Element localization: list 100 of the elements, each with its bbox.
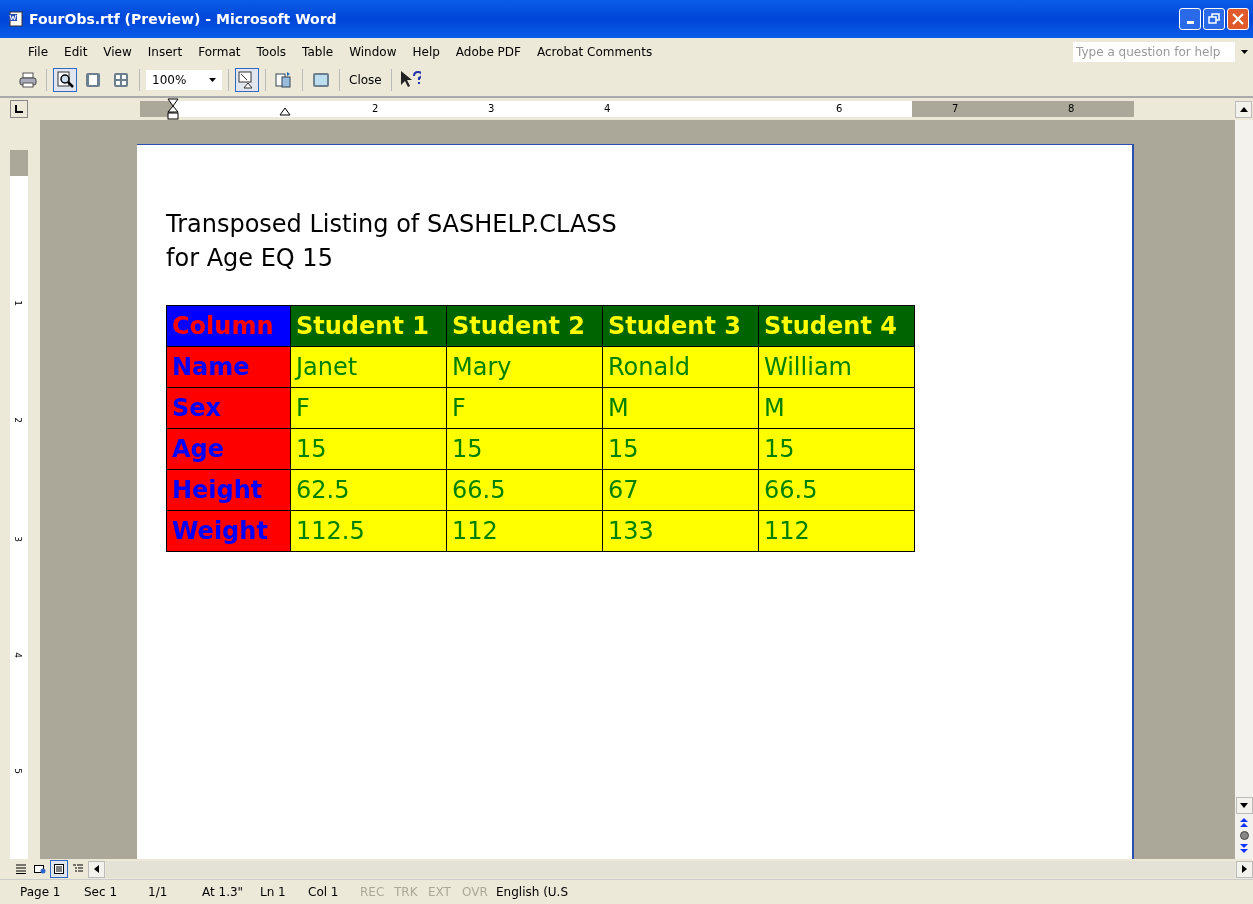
table-cell: F [290, 387, 447, 429]
table-cell: 66.5 [446, 469, 603, 511]
table-cell: 112 [446, 510, 603, 552]
status-text: TRK [394, 885, 419, 899]
magnifier-toggle-button[interactable] [235, 68, 259, 92]
status-text: Sec 1 [84, 885, 119, 899]
table-cell: 15 [602, 428, 759, 470]
next-page-icon[interactable] [1240, 844, 1248, 853]
ruler-number: 1 [12, 300, 23, 306]
ruler-number: 4 [604, 102, 611, 116]
close-button[interactable] [1227, 8, 1249, 30]
table-cell: 15 [446, 428, 603, 470]
menu-item[interactable]: Table [294, 45, 342, 59]
row-header: Height [166, 469, 291, 511]
table-cell: William [758, 346, 915, 388]
document-title: for Age EQ 15 [166, 243, 334, 274]
outline-icon [72, 864, 84, 874]
one-page-icon [85, 72, 101, 88]
lines-icon [15, 864, 27, 874]
table-cell: Ronald [602, 346, 759, 388]
column-header: Column [166, 305, 291, 347]
table-cell: Mary [446, 346, 603, 388]
menu-item[interactable]: Format [190, 45, 249, 59]
status-text: 1/1 [148, 885, 169, 899]
close-preview-button[interactable]: Close [346, 73, 385, 87]
status-text: Col 1 [308, 885, 340, 899]
column-header: Student 4 [758, 305, 915, 347]
table-cell: F [446, 387, 603, 429]
print-layout-button[interactable] [50, 860, 68, 878]
ruler-number: 3 [488, 102, 495, 116]
pointer-page-icon [238, 71, 256, 89]
down-arrow-icon [1240, 803, 1248, 808]
minimize-icon [1186, 21, 1194, 24]
table-cell: Janet [290, 346, 447, 388]
restore-button[interactable] [1203, 8, 1225, 30]
table-cell: 112.5 [290, 510, 447, 552]
table-cell: 62.5 [290, 469, 447, 511]
window-title: FourObs.rtf (Preview) - Microsoft Word [29, 11, 337, 27]
status-text: EXT [428, 885, 452, 899]
ruler-number: 5 [12, 768, 23, 774]
ruler-number: 3 [12, 536, 23, 542]
menu-item[interactable]: Window [341, 45, 405, 59]
menu-item[interactable]: File [20, 45, 57, 59]
scroll-up-button[interactable] [1235, 100, 1252, 118]
scroll-right-button[interactable] [1236, 860, 1253, 878]
status-text: At 1.3" [202, 885, 245, 899]
magnifier-page-icon [56, 71, 74, 89]
scroll-left-button[interactable] [88, 860, 105, 878]
dropdown-arrow-icon[interactable] [1241, 49, 1249, 55]
table-cell: 133 [602, 510, 759, 552]
table-cell: 15 [290, 428, 447, 470]
ruler-number: 7 [952, 102, 959, 116]
menu-item[interactable]: Insert [139, 45, 191, 59]
ruler-margin [10, 150, 28, 176]
menu-item[interactable]: Adobe PDF [447, 45, 529, 59]
help-search-field[interactable]: Type a question for help [1073, 42, 1235, 62]
web-page-icon [34, 864, 46, 874]
dropdown-arrow-icon [209, 78, 216, 82]
column-header: Student 3 [602, 305, 759, 347]
menu-item[interactable]: Help [404, 45, 448, 59]
left-arrow-icon [94, 865, 99, 873]
previous-page-icon[interactable] [1240, 818, 1248, 827]
right-arrow-icon [1242, 865, 1247, 873]
four-pages-icon [113, 72, 129, 88]
close-icon [1232, 13, 1244, 25]
up-arrow-icon [1239, 106, 1248, 112]
menu-item[interactable]: Edit [56, 45, 96, 59]
page-icon [53, 864, 65, 874]
ruler-number: 8 [1068, 102, 1075, 116]
status-text: Page 1 [20, 885, 62, 899]
menu-item[interactable]: Acrobat Comments [529, 45, 661, 59]
column-header: Student 1 [290, 305, 447, 347]
zoom-dropdown[interactable]: 100% [146, 70, 222, 90]
row-header: Name [166, 346, 291, 388]
tab-selector-button[interactable] [10, 100, 28, 118]
row-header: Age [166, 428, 291, 470]
table-cell: 66.5 [758, 469, 915, 511]
screen-icon [312, 72, 330, 88]
browse-object-icon[interactable] [1239, 831, 1249, 840]
table-cell: 112 [758, 510, 915, 552]
ruler-number: 6 [836, 102, 843, 116]
magnifier-page-button[interactable] [53, 68, 77, 92]
left-tab-icon [15, 105, 23, 113]
ruler-number: 2 [12, 417, 23, 423]
menu-item[interactable]: View [95, 45, 140, 59]
indent-marker-icon[interactable] [167, 98, 179, 120]
row-header: Weight [166, 510, 291, 552]
menu-item[interactable]: Tools [248, 45, 295, 59]
hanging-indent-icon[interactable] [279, 106, 291, 116]
shrink-pages-icon [275, 71, 293, 89]
document-icon [8, 11, 24, 27]
row-header: Sex [166, 387, 291, 429]
status-text: REC [360, 885, 386, 899]
ruler-number: 4 [12, 652, 23, 658]
table-cell: 67 [602, 469, 759, 511]
document-title: Transposed Listing of SASHELP.CLASS [166, 209, 618, 240]
table-cell: M [602, 387, 759, 429]
minimize-button[interactable] [1179, 8, 1201, 30]
scroll-down-button[interactable] [1235, 797, 1253, 814]
status-text: OVR [462, 885, 489, 899]
